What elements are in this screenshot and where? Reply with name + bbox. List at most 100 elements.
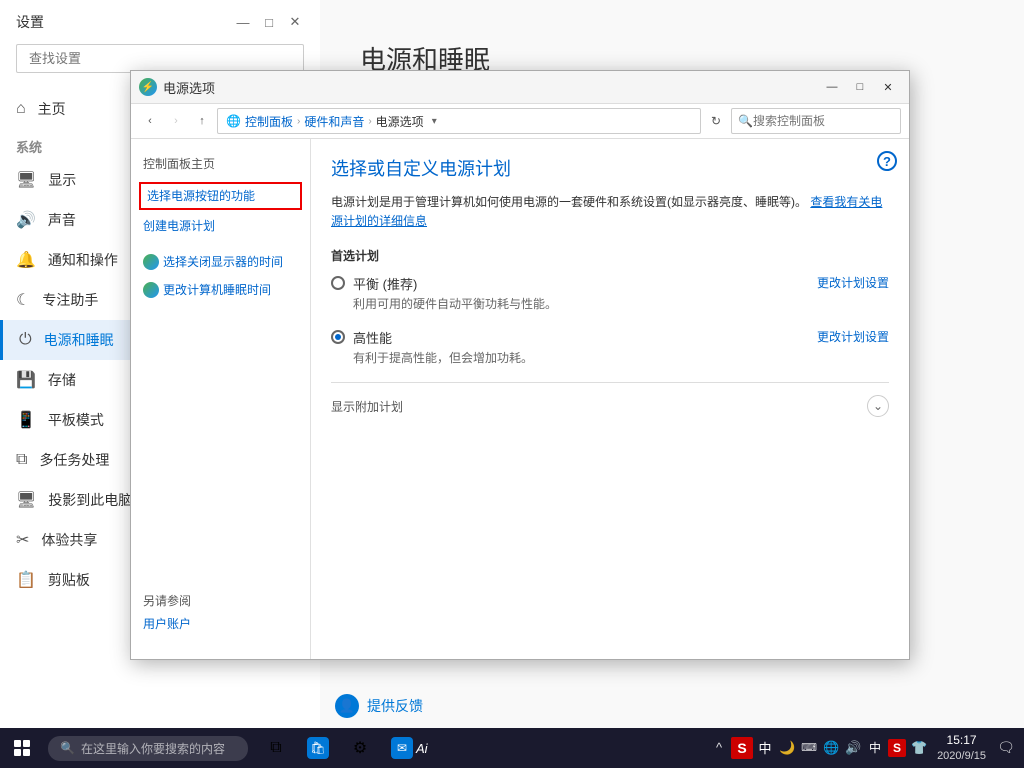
sidebar-item-power-label: 电源和睡眠 (44, 330, 114, 350)
power-sidebar-footer: 另请参阅 用户账户 (131, 584, 310, 642)
project-icon: 🖥 (16, 490, 36, 510)
settings-search-input[interactable] (16, 44, 304, 73)
shirt-icon[interactable]: 👕 (909, 737, 929, 759)
home-icon: ⌂ (16, 100, 26, 118)
expand-plans-icon[interactable]: ⌄ (867, 395, 889, 417)
store-icon: 🛍 (307, 737, 329, 759)
sidebar-item-multitask-label: 多任务处理 (39, 450, 109, 470)
control-panel-home-title: 控制面板主页 (131, 151, 310, 180)
notifications-icon: 🔔 (16, 250, 36, 270)
taskbar-systray: ^ S 中 🌙 ⌨ 🌐 🔊 中 S 👕 15:17 2020/9/15 🗨 (709, 733, 1024, 763)
ime-label[interactable]: 中 (865, 737, 885, 759)
taskbar: 🔍 在这里输入你要搜索的内容 ⧉ 🛍 ⚙ ✉ ^ S 中 🌙 ⌨ 🌐 🔊 中 S… (0, 728, 1024, 768)
power-dialog-title-left: ⚡ 电源选项 (139, 78, 215, 97)
power-main-title: 选择或自定义电源计划 (331, 155, 889, 181)
refresh-button[interactable]: ↻ (705, 110, 727, 132)
address-dropdown-icon[interactable]: ▾ (432, 116, 437, 127)
power-dialog-content: 控制面板主页 选择电源按钮的功能 创建电源计划 选择关闭显示器的时间 更改计算机… (131, 139, 909, 659)
sogou-tray-icon[interactable]: S (887, 737, 907, 759)
plan-balanced-name: 平衡 (推荐) (353, 274, 557, 293)
sogou-icon[interactable]: S (731, 737, 753, 759)
power-dialog-title: 电源选项 (163, 78, 215, 97)
address-path[interactable]: 🌐 控制面板 › 硬件和声音 › 电源选项 ▾ (217, 108, 701, 134)
clipboard-icon: 📋 (16, 570, 36, 590)
maximize-button[interactable]: □ (260, 13, 278, 31)
plan-high-performance-radio[interactable] (331, 330, 345, 344)
taskbar-search[interactable]: 🔍 在这里输入你要搜索的内容 (48, 736, 248, 761)
breadcrumb-chevron-2: › (368, 116, 371, 127)
notification-icon[interactable]: 🗨 (994, 737, 1018, 759)
taskbar-settings[interactable]: ⚙ (340, 728, 380, 768)
power-dialog-titlebar: ⚡ 电源选项 — □ ✕ (131, 71, 909, 104)
path-item-1[interactable]: 控制面板 (245, 113, 293, 130)
taskbar-taskview[interactable]: ⧉ (256, 728, 296, 768)
path-item-3: 电源选项 (376, 113, 424, 130)
settings-window-title: 设置 (16, 12, 44, 32)
ime-indicator[interactable]: Ai (416, 728, 428, 768)
focus-icon: ☾ (16, 290, 30, 310)
plan-high-performance: 高性能 有利于提高性能，但会增加功耗。 更改计划设置 (331, 328, 889, 366)
taskbar-store[interactable]: 🛍 (298, 728, 338, 768)
additional-plans[interactable]: 显示附加计划 ⌄ (331, 395, 889, 417)
power-nav-icon: ⏻ (19, 331, 32, 349)
volume-icon[interactable]: 🔊 (843, 737, 863, 759)
date-display: 2020/9/15 (937, 749, 986, 763)
plan-high-performance-settings-link[interactable]: 更改计划设置 (817, 328, 889, 345)
taskbar-search-icon: 🔍 (60, 741, 75, 755)
plan-balanced-settings-link[interactable]: 更改计划设置 (817, 274, 889, 291)
ime-zh-icon[interactable]: 中 (755, 737, 775, 759)
additional-plans-label: 显示附加计划 (331, 398, 403, 415)
settings-titlebar: 设置 — □ ✕ (0, 0, 320, 40)
sidebar-item-storage-label: 存储 (48, 370, 76, 390)
settings-wincontrols: — □ ✕ (234, 13, 304, 31)
keyboard-icon[interactable]: ⌨ (799, 737, 819, 759)
systray-chevron[interactable]: ^ (709, 737, 729, 759)
sleep-timeout-text: 更改计算机睡眠时间 (163, 281, 271, 299)
display-icon-circle (143, 254, 159, 270)
plan-balanced: 平衡 (推荐) 利用可用的硬件自动平衡功耗与性能。 更改计划设置 (331, 274, 889, 312)
power-buttons-link[interactable]: 选择电源按钮的功能 (139, 182, 302, 210)
tablet-icon: 📱 (16, 410, 36, 430)
power-dialog-close[interactable]: ✕ (875, 77, 901, 97)
power-dialog-icon: ⚡ (139, 78, 157, 96)
feedback-section[interactable]: 👤 提供反馈 (335, 694, 423, 718)
moon-icon[interactable]: 🌙 (777, 737, 797, 759)
power-dialog-maximize[interactable]: □ (847, 77, 873, 97)
power-main-content: ? 选择或自定义电源计划 电源计划是用于管理计算机如何使用电源的一套硬件和系统设… (311, 139, 909, 659)
share-icon: ✂ (16, 530, 29, 550)
up-button[interactable]: ↑ (191, 110, 213, 132)
power-sidebar: 控制面板主页 选择电源按钮的功能 创建电源计划 选择关闭显示器的时间 更改计算机… (131, 139, 311, 659)
create-plan-link[interactable]: 创建电源计划 (131, 212, 310, 240)
sidebar-item-share-label: 体验共享 (41, 530, 97, 550)
taskview-icon: ⧉ (265, 737, 287, 759)
plan-balanced-radio[interactable] (331, 276, 345, 290)
forward-button[interactable]: › (165, 110, 187, 132)
power-dialog-minimize[interactable]: — (819, 77, 845, 97)
plan-balanced-desc: 利用可用的硬件自动平衡功耗与性能。 (353, 295, 557, 312)
display-icon: 🖥 (16, 170, 36, 190)
help-icon[interactable]: ? (877, 151, 897, 171)
sidebar-item-sound-label: 声音 (48, 210, 76, 230)
systray-time[interactable]: 15:17 2020/9/15 (931, 733, 992, 763)
start-icon (14, 740, 30, 756)
path-item-2[interactable]: 硬件和声音 (304, 113, 364, 130)
start-button[interactable] (0, 728, 44, 768)
sidebar-item-clipboard-label: 剪贴板 (48, 570, 90, 590)
taskbar-apps: ⧉ 🛍 ⚙ ✉ (256, 728, 422, 768)
address-bar: ‹ › ↑ 🌐 控制面板 › 硬件和声音 › 电源选项 ▾ ↻ 🔍 (131, 104, 909, 139)
minimize-button[interactable]: — (234, 13, 252, 31)
close-button[interactable]: ✕ (286, 13, 304, 31)
time-display: 15:17 (947, 733, 977, 749)
user-account-link[interactable]: 用户账户 (143, 613, 298, 634)
sidebar-item-home-label: 主页 (38, 99, 66, 119)
power-main-description: 电源计划是用于管理计算机如何使用电源的一套硬件和系统设置(如显示器亮度、睡眠等)… (331, 193, 889, 231)
address-search-icon: 🔍 (738, 114, 753, 128)
address-search[interactable]: 🔍 (731, 108, 901, 134)
address-search-input[interactable] (753, 114, 908, 128)
display-timeout-link[interactable]: 选择关闭显示器的时间 (131, 248, 310, 276)
path-globe-icon: 🌐 (226, 114, 241, 128)
sleep-timeout-link[interactable]: 更改计算机睡眠时间 (131, 276, 310, 304)
storage-icon: 💾 (16, 370, 36, 390)
back-button[interactable]: ‹ (139, 110, 161, 132)
network-icon[interactable]: 🌐 (821, 737, 841, 759)
